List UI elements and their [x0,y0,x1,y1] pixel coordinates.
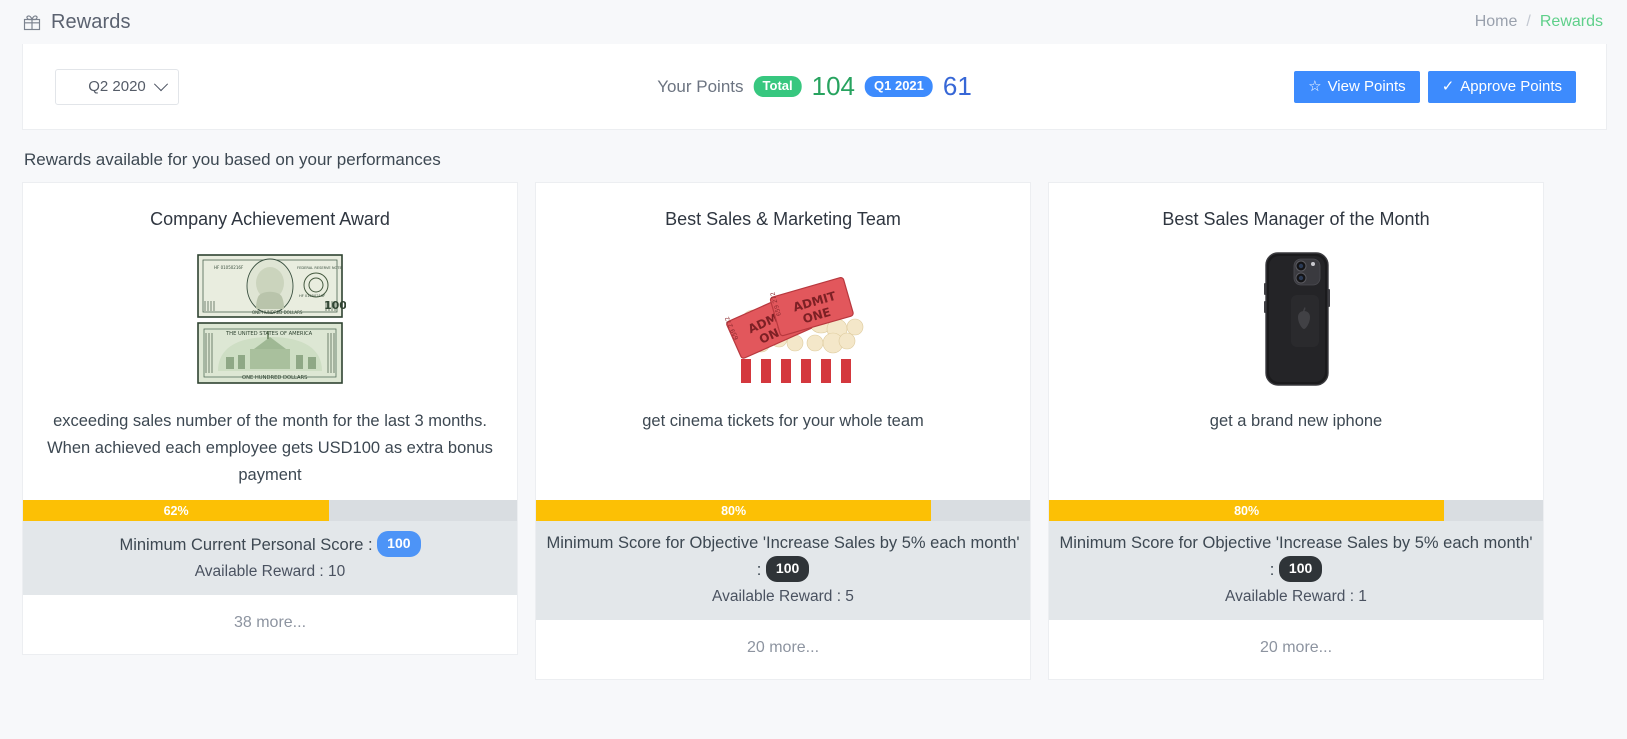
reward-score-badge: 100 [1278,555,1323,582]
reward-card: Company Achievement Award 100 HF 0105021… [22,182,518,655]
breadcrumb-current: Rewards [1539,13,1603,30]
reward-progress-bar: 80% [1049,500,1543,521]
toolbar-actions: ☆ View Points ✓ Approve Points [1294,70,1576,103]
star-icon: ☆ [1308,78,1322,95]
approve-points-button[interactable]: ✓ Approve Points [1427,70,1576,103]
period-points-badge: Q1 2021 [865,76,933,97]
reward-card-description: get cinema tickets for your whole team [642,412,924,430]
reward-card-description: exceeding sales number of the month for … [47,412,493,485]
reward-card: Best Sales Manager of the Month get a br… [1048,182,1544,680]
svg-text:HF 01050216F: HF 01050216F [299,294,325,298]
gift-icon [22,12,42,32]
reward-score-badge: 100 [377,531,421,557]
total-points-badge: Total [753,76,802,97]
reward-progress-bar: 62% [23,500,517,521]
reward-score-block: Minimum Score for Objective 'Increase Sa… [536,521,1030,620]
cinema-tickets-popcorn-image: ADMIT ONE 659 272 ADMIT ONE 659 272 [687,255,879,383]
reward-card-media: 100 HF 01050216F FEDERAL RESERVE NOTE HF… [23,244,517,394]
points-label: Your Points [657,76,744,96]
reward-progress-fill: 80% [1049,500,1445,521]
total-points-value: 104 [811,71,856,101]
svg-text:ONE HUNDRED DOLLARS: ONE HUNDRED DOLLARS [242,375,307,381]
reward-score-line: Minimum Score for Objective 'Increase Sa… [1059,531,1533,583]
available-reward-line: Available Reward : 1 [1225,587,1367,605]
toolbar-panel: Q2 2020 Your Points Total 104 Q1 2021 61… [22,44,1607,130]
svg-text:HF 01050216F: HF 01050216F [214,265,244,270]
svg-text:ONE HUNDRED DOLLARS: ONE HUNDRED DOLLARS [252,310,303,315]
available-reward-line: Available Reward : 10 [194,562,346,580]
breadcrumb-separator: / [1526,13,1531,30]
reward-card-media: ADMIT ONE 659 272 ADMIT ONE 659 272 [536,244,1030,394]
reward-progress-bar: 80% [536,500,1030,521]
hundred-dollar-bills-image: 100 HF 01050216F FEDERAL RESERVE NOTE HF… [194,253,346,385]
section-subtitle: Rewards available for you based on your … [24,150,441,169]
reward-card-description: get a brand new iphone [1209,412,1383,430]
reward-card-more-link[interactable]: 38 more... [23,594,517,654]
reward-card-more-link[interactable]: 20 more... [1049,619,1543,679]
reward-card-title: Best Sales Manager of the Month [1162,209,1430,229]
check-icon: ✓ [1441,78,1455,95]
reward-progress-fill: 62% [23,500,330,521]
available-reward-line: Available Reward : 5 [712,587,854,605]
reward-score-block: Minimum Score for Objective 'Increase Sa… [1049,521,1543,620]
reward-card-title: Best Sales & Marketing Team [665,209,901,229]
top-bar: Rewards Home / Rewards [0,0,1627,44]
black-iphone-image [1248,249,1344,389]
rewards-card-list: Company Achievement Award 100 HF 0105021… [0,182,1627,680]
view-points-button[interactable]: ☆ View Points [1294,70,1420,103]
approve-points-label: Approve Points [1460,78,1562,95]
svg-text:FEDERAL RESERVE NOTE: FEDERAL RESERVE NOTE [297,266,343,270]
chevron-down-icon [153,76,169,91]
page-title: Rewards [51,10,131,33]
period-select[interactable]: Q2 2020 [55,68,179,105]
breadcrumb-home-link[interactable]: Home [1475,13,1518,31]
view-points-label: View Points [1327,78,1406,95]
reward-score-label: Minimum Current Personal Score : [119,536,373,554]
reward-card: Best Sales & Marketing Team ADMIT ONE 65… [535,182,1031,680]
breadcrumb: Home / Rewards [1475,13,1603,31]
reward-card-more-link[interactable]: 20 more... [536,619,1030,679]
card-spacer [23,490,517,500]
reward-score-badge: 100 [765,555,810,582]
reward-card-media [1049,244,1543,394]
svg-text:THE UNITED STATES OF AMERICA: THE UNITED STATES OF AMERICA [225,331,313,337]
reward-card-title: Company Achievement Award [150,209,390,229]
page-header: Rewards [22,11,131,34]
reward-score-block: Minimum Current Personal Score : 100 Ava… [23,521,517,595]
reward-score-line: Minimum Current Personal Score : 100 [33,531,507,558]
period-points-value: 61 [942,71,972,101]
period-select-value: Q2 2020 [88,78,146,95]
card-spacer [1049,490,1543,500]
card-spacer [536,490,1030,500]
points-summary: Your Points Total 104 Q1 2021 61 [657,71,972,102]
reward-score-line: Minimum Score for Objective 'Increase Sa… [546,531,1020,583]
reward-progress-fill: 80% [536,500,932,521]
